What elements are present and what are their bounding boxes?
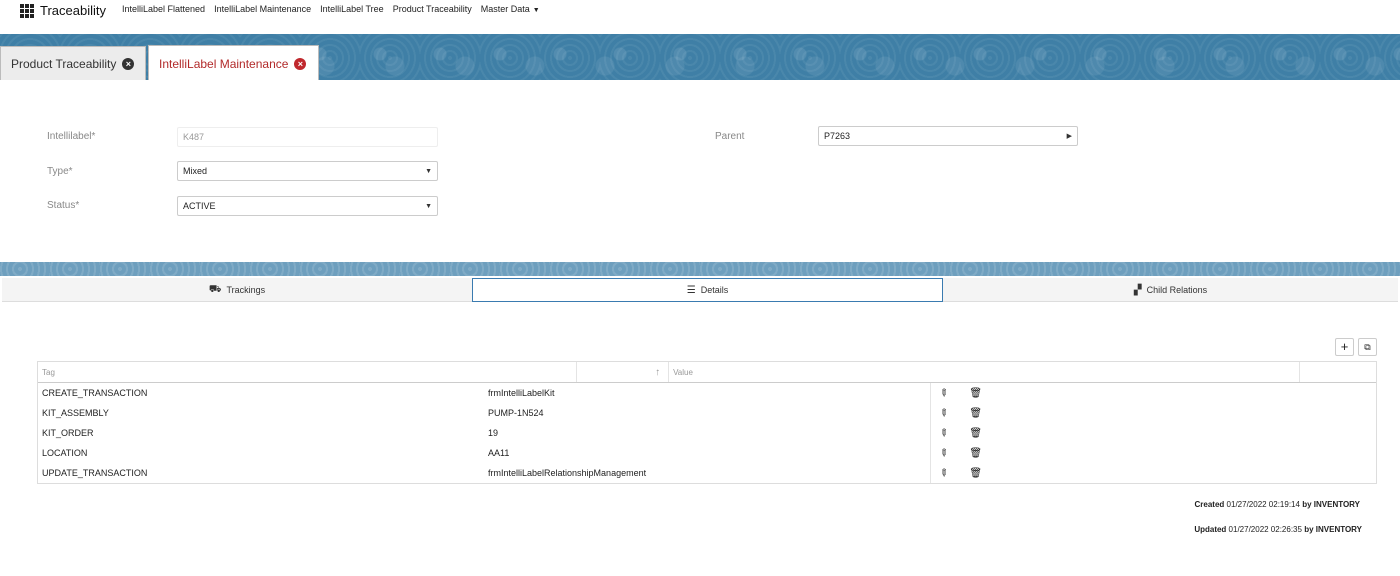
- created-by-label: by: [1302, 500, 1312, 509]
- edit-icon[interactable]: ✎: [936, 446, 950, 460]
- edit-icon[interactable]: ✎: [936, 406, 950, 420]
- status-label: Status*: [47, 200, 80, 211]
- caret-down-icon: ▼: [425, 167, 432, 175]
- column-header-actions: [1300, 362, 1376, 382]
- type-select[interactable]: Mixed ▼: [177, 161, 438, 181]
- tab-trackings[interactable]: ⛟ Trackings: [2, 278, 472, 302]
- updated-timestamp: 01/27/2022 02:26:35: [1228, 525, 1302, 534]
- copy-icon: ⧉: [1364, 342, 1371, 352]
- type-value: Mixed: [183, 166, 208, 176]
- intellilabel-field: K487: [177, 127, 438, 147]
- updated-info: Updated 01/27/2022 02:26:35 by INVENTORY: [1194, 525, 1362, 534]
- cell-value: 19: [484, 423, 931, 443]
- tab-child-relations[interactable]: ▞ Child Relations: [943, 278, 1398, 302]
- row-actions: ✎ 🗑: [931, 423, 1376, 443]
- trash-icon[interactable]: 🗑: [969, 388, 982, 399]
- caret-down-icon: ▼: [425, 202, 432, 210]
- cell-value: frmIntelliLabelKit: [484, 383, 931, 403]
- intellilabel-form: Intellilabel* K487 Type* Mixed ▼ Status*…: [0, 80, 1400, 262]
- nav-links: IntelliLabel Flattened IntelliLabel Main…: [122, 4, 540, 14]
- created-label: Created: [1194, 500, 1225, 509]
- parent-value: P7263: [824, 131, 851, 141]
- add-button[interactable]: +: [1335, 338, 1354, 356]
- trash-icon[interactable]: 🗑: [969, 468, 982, 479]
- table-row[interactable]: UPDATE_TRANSACTION frmIntelliLabelRelati…: [38, 463, 1376, 483]
- list-icon: ☰: [686, 284, 696, 296]
- cell-tag: UPDATE_TRANSACTION: [42, 468, 148, 478]
- app-title: Traceability: [40, 3, 106, 18]
- sort-column-button[interactable]: ↑: [577, 362, 670, 382]
- trash-icon[interactable]: 🗑: [969, 428, 982, 439]
- tab-product-traceability[interactable]: Product Traceability ×: [0, 46, 146, 80]
- column-header-value[interactable]: Value: [669, 362, 1301, 382]
- close-icon[interactable]: ×: [294, 57, 307, 70]
- type-label: Type*: [47, 166, 73, 177]
- cell-tag: KIT_ASSEMBLY: [42, 408, 109, 418]
- intellilabel-label: Intellilabel*: [47, 131, 96, 142]
- nav-link-intellilabel-tree[interactable]: IntelliLabel Tree: [320, 4, 384, 14]
- nav-link-intellilabel-maintenance[interactable]: IntelliLabel Maintenance: [214, 4, 311, 14]
- parent-select[interactable]: P7263 ▶: [818, 126, 1078, 146]
- tab-label: IntelliLabel Maintenance: [159, 56, 289, 71]
- updated-user: INVENTORY: [1315, 525, 1362, 534]
- brand[interactable]: Traceability: [20, 3, 106, 18]
- nav-dropdown-master-data[interactable]: Master Data ▼: [481, 4, 540, 14]
- status-select[interactable]: ACTIVE ▼: [177, 196, 438, 216]
- nav-link-product-traceability[interactable]: Product Traceability: [393, 4, 472, 14]
- column-header-value-label: Value: [673, 367, 693, 377]
- plus-icon: +: [1340, 339, 1349, 354]
- table-row[interactable]: KIT_ASSEMBLY PUMP-1N524 ✎ 🗑: [38, 403, 1376, 423]
- tab-details-label: Details: [700, 285, 729, 295]
- master-data-label: Master Data: [480, 4, 530, 14]
- table-body: CREATE_TRANSACTION frmIntelliLabelKit ✎ …: [38, 383, 1376, 483]
- cell-value: AA11: [484, 443, 931, 463]
- cell-value: frmIntelliLabelRelationshipManagement: [484, 463, 931, 483]
- table-row[interactable]: KIT_ORDER 19 ✎ 🗑: [38, 423, 1376, 443]
- cell-tag: LOCATION: [42, 448, 88, 458]
- intellilabel-value: K487: [183, 132, 205, 142]
- app-grid-icon[interactable]: [20, 3, 35, 18]
- caret-right-icon: ▶: [1066, 133, 1072, 140]
- nav-link-intellilabel-flattened[interactable]: IntelliLabel Flattened: [122, 4, 205, 14]
- row-actions: ✎ 🗑: [931, 383, 1376, 403]
- status-value: ACTIVE: [183, 201, 216, 211]
- trucks-icon: ⛟: [208, 283, 222, 295]
- table-row[interactable]: CREATE_TRANSACTION frmIntelliLabelKit ✎ …: [38, 383, 1376, 403]
- detail-tabs: ⛟ Trackings ☰ Details ▞ Child Relations: [2, 278, 1398, 302]
- created-user: INVENTORY: [1313, 500, 1360, 509]
- boxes-icon: ▞: [1133, 284, 1142, 296]
- caret-down-icon: ▼: [532, 7, 540, 14]
- close-icon[interactable]: ×: [122, 57, 135, 70]
- top-navbar: Traceability IntelliLabel Flattened Inte…: [0, 0, 1400, 34]
- updated-by-label: by: [1304, 525, 1314, 534]
- edit-icon[interactable]: ✎: [936, 386, 950, 400]
- section-banner: [0, 262, 1400, 276]
- created-timestamp: 01/27/2022 02:19:14: [1226, 500, 1300, 509]
- cell-tag: CREATE_TRANSACTION: [42, 388, 148, 398]
- trash-icon[interactable]: 🗑: [969, 448, 982, 459]
- row-actions: ✎ 🗑: [931, 403, 1376, 423]
- cell-tag: KIT_ORDER: [42, 428, 94, 438]
- created-info: Created 01/27/2022 02:19:14 by INVENTORY: [1195, 500, 1360, 509]
- column-header-tag-label: Tag: [42, 367, 55, 377]
- updated-label: Updated: [1194, 525, 1227, 534]
- details-table: Tag ↑ Value CREATE_TRANSACTION frmIntell…: [37, 361, 1377, 484]
- tab-intellilabel-maintenance[interactable]: IntelliLabel Maintenance ×: [148, 45, 319, 81]
- sort-ascending-icon: ↑: [655, 366, 661, 378]
- column-header-tag[interactable]: Tag: [38, 362, 578, 382]
- tab-trackings-label: Trackings: [226, 285, 266, 295]
- table-header: Tag ↑ Value: [38, 362, 1376, 383]
- edit-icon[interactable]: ✎: [936, 426, 950, 440]
- tab-details[interactable]: ☰ Details: [472, 278, 943, 302]
- parent-label: Parent: [715, 131, 745, 142]
- copy-button[interactable]: ⧉: [1358, 338, 1377, 356]
- table-row[interactable]: LOCATION AA11 ✎ 🗑: [38, 443, 1376, 463]
- edit-icon[interactable]: ✎: [936, 466, 950, 480]
- trash-icon[interactable]: 🗑: [969, 408, 982, 419]
- cell-value: PUMP-1N524: [484, 403, 931, 423]
- tab-label: Product Traceability: [11, 56, 117, 71]
- tab-child-relations-label: Child Relations: [1146, 285, 1208, 295]
- row-actions: ✎ 🗑: [931, 443, 1376, 463]
- row-actions: ✎ 🗑: [931, 463, 1376, 483]
